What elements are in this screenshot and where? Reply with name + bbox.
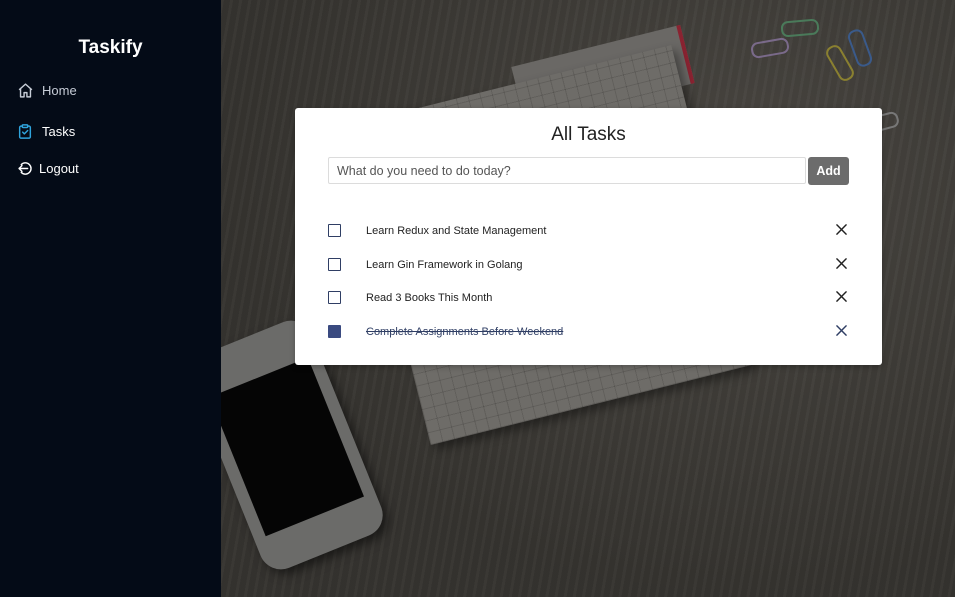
logout-icon: [16, 159, 34, 177]
close-icon: [835, 324, 847, 336]
task-text: Complete Assignments Before Weekend: [366, 326, 564, 338]
close-icon: [835, 257, 847, 269]
delete-task-button[interactable]: [833, 221, 849, 237]
add-task-button[interactable]: Add: [808, 157, 849, 185]
tasks-card: All Tasks Add Learn Redux and State Mana…: [295, 108, 882, 365]
delete-task-button[interactable]: [833, 255, 849, 271]
task-checkbox[interactable]: [328, 258, 341, 271]
task-text: Read 3 Books This Month: [366, 292, 493, 304]
close-icon: [835, 290, 847, 302]
sidebar-item-logout[interactable]: Logout: [16, 158, 79, 178]
sidebar-item-label: Tasks: [42, 123, 76, 139]
page-title: All Tasks: [551, 124, 626, 145]
task-row: Learn Gin Framework in Golang: [328, 257, 850, 277]
task-text: Learn Gin Framework in Golang: [366, 259, 523, 271]
task-checkbox[interactable]: [328, 291, 341, 304]
sidebar-item-label: Logout: [39, 160, 79, 176]
sidebar-item-label: Home: [42, 82, 77, 98]
task-row-completed: Complete Assignments Before Weekend: [328, 324, 850, 344]
task-checkbox[interactable]: [328, 325, 341, 338]
task-row: Learn Redux and State Management: [328, 223, 850, 243]
new-task-input[interactable]: [328, 157, 806, 184]
app-brand: Taskify: [78, 37, 143, 58]
delete-task-button[interactable]: [833, 288, 849, 304]
sidebar-item-tasks[interactable]: Tasks: [16, 121, 75, 141]
clipboard-check-icon: [16, 122, 34, 140]
delete-task-button[interactable]: [833, 322, 849, 338]
home-icon: [16, 81, 34, 99]
task-text: Learn Redux and State Management: [366, 225, 547, 237]
background-paperclip: [780, 18, 820, 38]
task-row: Read 3 Books This Month: [328, 290, 850, 310]
task-checkbox[interactable]: [328, 224, 341, 237]
close-icon: [835, 223, 847, 235]
app-root: Taskify Home Tasks Logout All Tasks What…: [0, 0, 955, 597]
sidebar: Taskify Home Tasks Logout: [0, 0, 221, 597]
sidebar-item-home[interactable]: Home: [16, 80, 77, 100]
